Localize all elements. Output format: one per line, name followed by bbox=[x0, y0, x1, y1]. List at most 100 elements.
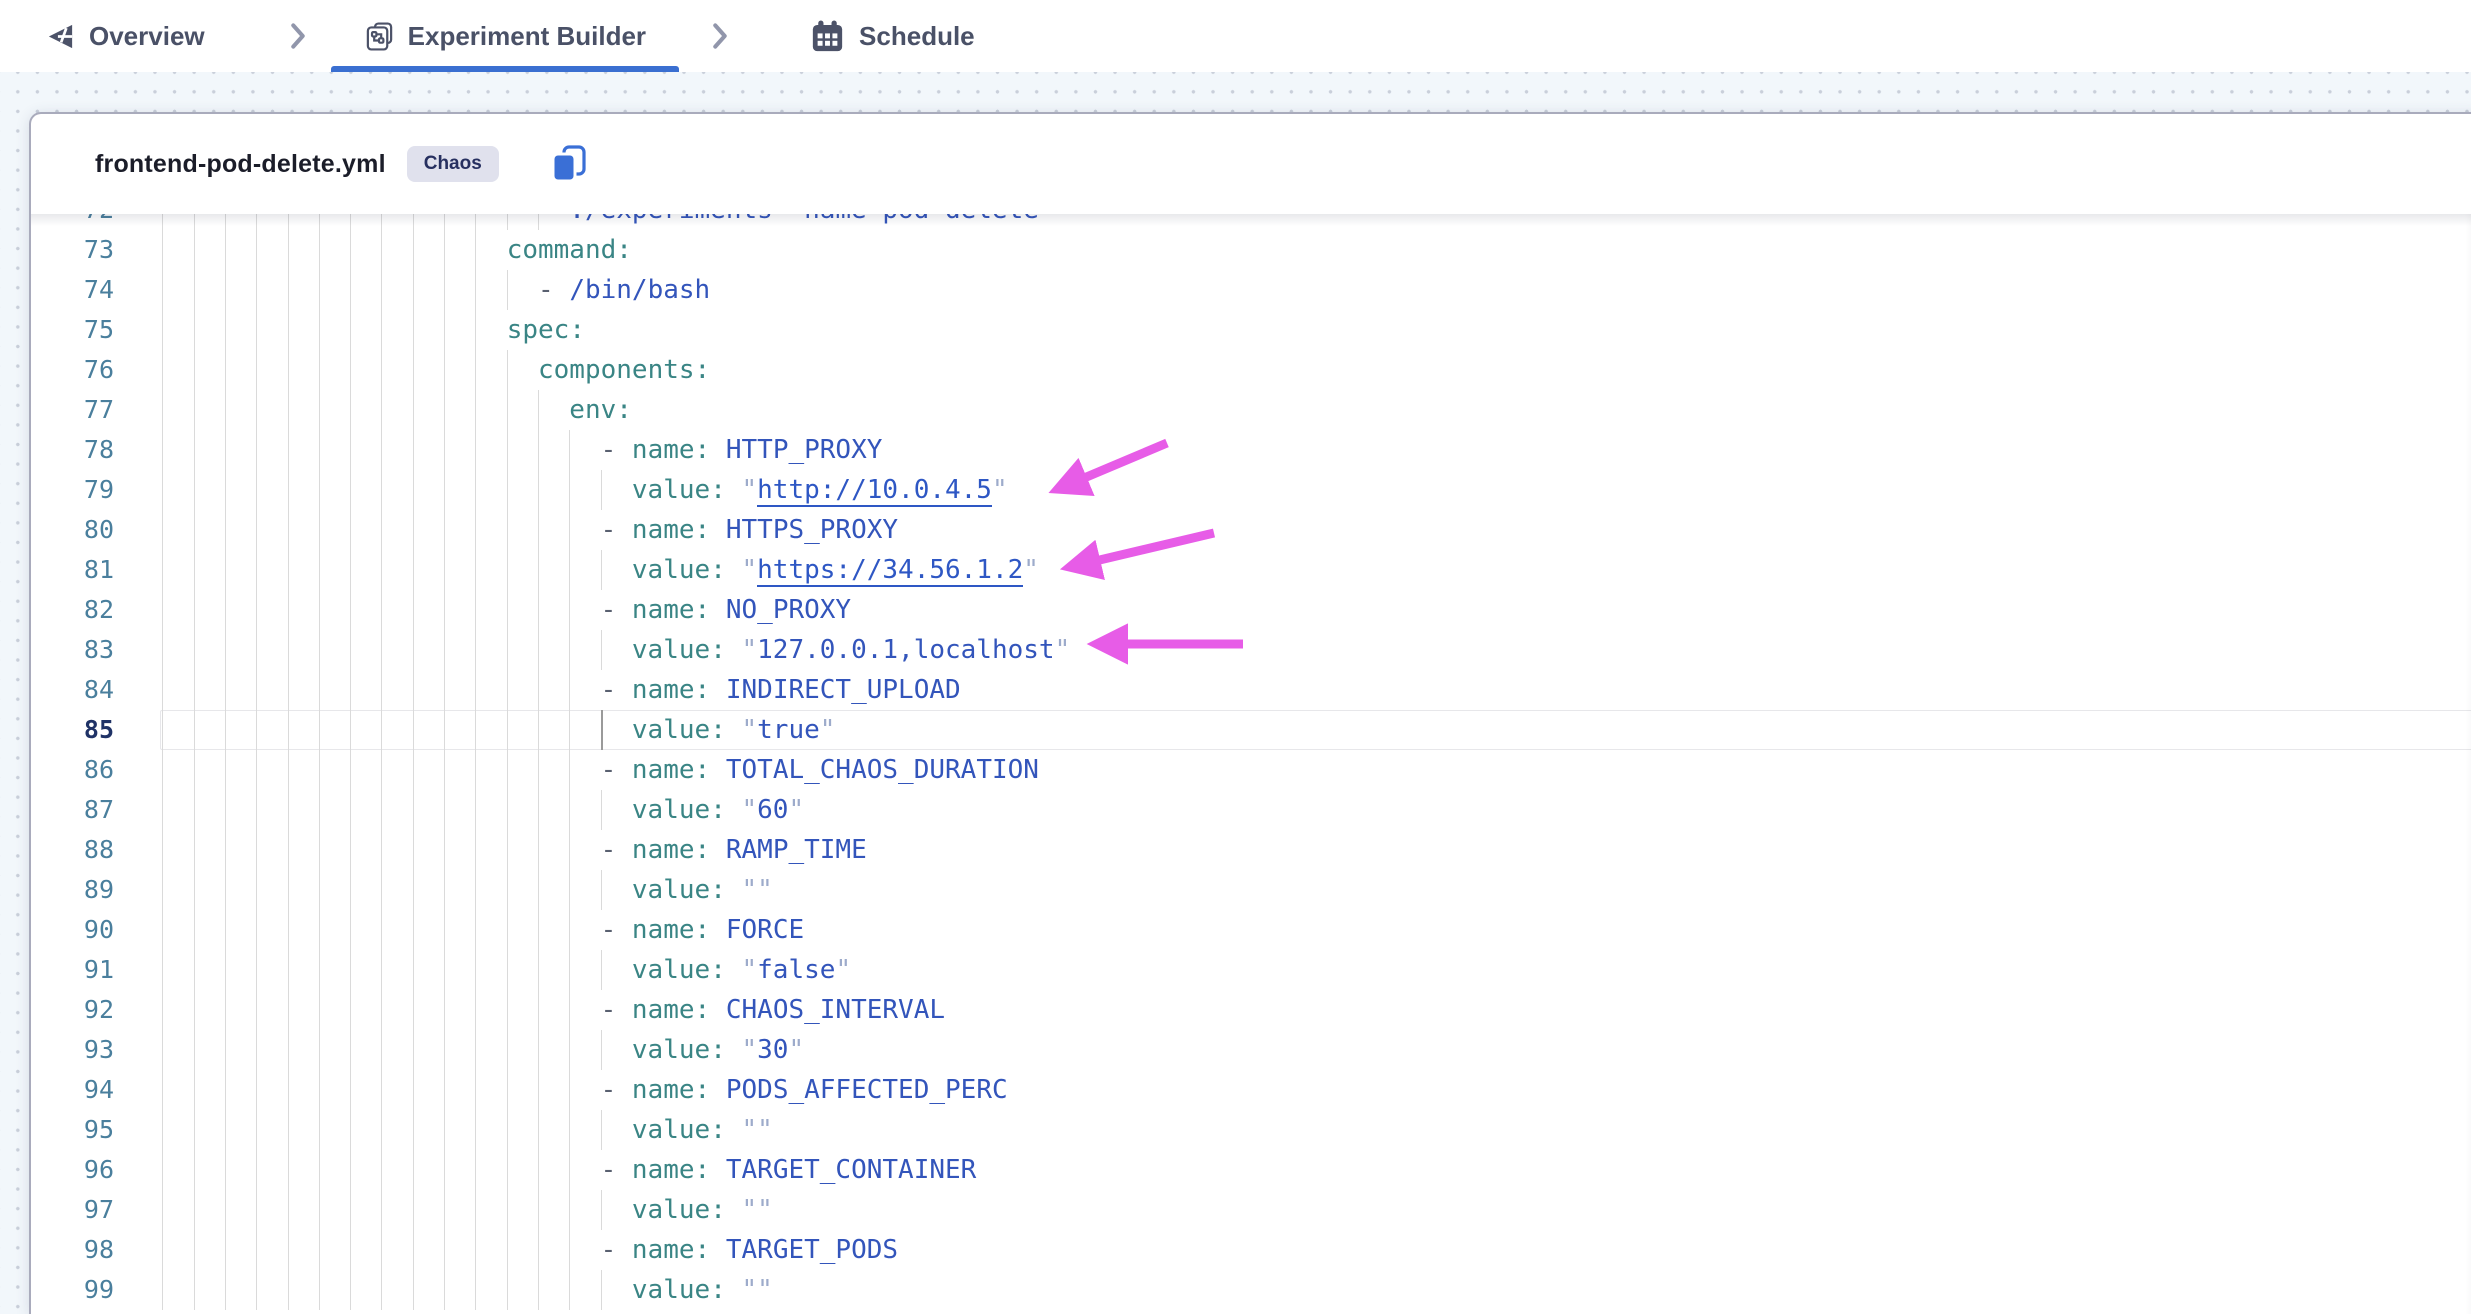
code-line-76: 76 components: bbox=[31, 350, 2471, 390]
token-key: : bbox=[695, 755, 726, 785]
code-text: - name: INDIRECT_UPLOAD bbox=[131, 670, 961, 710]
tab-experiment-builder[interactable]: Experiment Builder bbox=[331, 0, 679, 72]
token-val: RAMP_TIME bbox=[726, 835, 867, 865]
line-number: 99 bbox=[31, 1270, 114, 1310]
token-key: : bbox=[695, 1155, 726, 1185]
code-line-88: 88 - name: RAMP_TIME bbox=[31, 830, 2471, 870]
yaml-card-header: frontend-pod-delete.yml Chaos bbox=[31, 114, 2471, 214]
token-val: INDIRECT_UPLOAD bbox=[726, 675, 961, 705]
line-number: 95 bbox=[31, 1110, 114, 1150]
line-number: 76 bbox=[31, 350, 114, 390]
line-number: 93 bbox=[31, 1030, 114, 1070]
line-number: 79 bbox=[31, 470, 114, 510]
code-line-92: 92 - name: CHAOS_INTERVAL bbox=[31, 990, 2471, 1030]
token-key: value bbox=[632, 1275, 710, 1305]
line-number: 75 bbox=[31, 310, 114, 350]
code-text: value: "https://34.56.1.2" bbox=[131, 550, 1039, 590]
token-q: " bbox=[1023, 555, 1039, 585]
code-line-95: 95 value: "" bbox=[31, 1110, 2471, 1150]
token-key: name bbox=[632, 435, 695, 465]
code-text: command: bbox=[131, 230, 632, 270]
code-line-74: 74 - /bin/bash bbox=[31, 270, 2471, 310]
line-number: 80 bbox=[31, 510, 114, 550]
token-key: : bbox=[710, 955, 741, 985]
tab-schedule[interactable]: Schedule bbox=[809, 0, 975, 72]
code-line-94: 94 - name: PODS_AFFECTED_PERC bbox=[31, 1070, 2471, 1110]
token-q: " bbox=[742, 715, 758, 745]
token-key: : bbox=[710, 1195, 741, 1225]
code-line-85: 85 value: "true" bbox=[31, 710, 2471, 750]
token-key: value bbox=[632, 795, 710, 825]
token-key: : bbox=[695, 835, 726, 865]
token-key: : bbox=[710, 715, 741, 745]
token-val: PODS_AFFECTED_PERC bbox=[726, 1075, 1008, 1105]
token-key: : bbox=[616, 235, 632, 265]
token-key: name bbox=[632, 1235, 695, 1265]
token-q: "" bbox=[742, 1275, 773, 1305]
code-line-84: 84 - name: INDIRECT_UPLOAD bbox=[31, 670, 2471, 710]
token-key: value bbox=[632, 1035, 710, 1065]
token-q: " bbox=[835, 955, 851, 985]
tab-overview[interactable]: Overview bbox=[45, 0, 205, 72]
code-text: - name: RAMP_TIME bbox=[131, 830, 867, 870]
token-val: TARGET_CONTAINER bbox=[726, 1155, 976, 1185]
token-q: "" bbox=[742, 1115, 773, 1145]
code-text: - name: TARGET_CONTAINER bbox=[131, 1150, 976, 1190]
token-q: " bbox=[742, 955, 758, 985]
line-number: 73 bbox=[31, 230, 114, 270]
code-text: - name: NO_PROXY bbox=[131, 590, 851, 630]
token-key: name bbox=[632, 675, 695, 705]
code-text: - name: TOTAL_CHAOS_DURATION bbox=[131, 750, 1039, 790]
code-text: spec: bbox=[131, 310, 585, 350]
token-key: : bbox=[695, 1235, 726, 1265]
token-dash: - bbox=[601, 515, 632, 545]
token-dash: - bbox=[601, 1075, 632, 1105]
token-key: : bbox=[695, 355, 711, 385]
token-q: " bbox=[742, 475, 758, 505]
code-text: - name: HTTP_PROXY bbox=[131, 430, 882, 470]
code-line-77: 77 env: bbox=[31, 390, 2471, 430]
token-key: : bbox=[695, 995, 726, 1025]
token-q: " bbox=[742, 555, 758, 585]
line-number: 82 bbox=[31, 590, 114, 630]
code-text: env: bbox=[131, 390, 632, 430]
code-line-79: 79 value: "http://10.0.4.5" bbox=[31, 470, 2471, 510]
code-text: value: "http://10.0.4.5" bbox=[131, 470, 1008, 510]
token-key: : bbox=[695, 675, 726, 705]
code-text: value: "60" bbox=[131, 790, 804, 830]
line-number: 96 bbox=[31, 1150, 114, 1190]
token-dash: - bbox=[601, 595, 632, 625]
token-key: : bbox=[710, 635, 741, 665]
code-line-97: 97 value: "" bbox=[31, 1190, 2471, 1230]
code-line-98: 98 - name: TARGET_PODS bbox=[31, 1230, 2471, 1270]
code-line-96: 96 - name: TARGET_CONTAINER bbox=[31, 1150, 2471, 1190]
overview-icon bbox=[45, 21, 76, 52]
token-key: value bbox=[632, 555, 710, 585]
line-number: 78 bbox=[31, 430, 114, 470]
schedule-icon bbox=[809, 18, 846, 55]
code-text: - name: HTTPS_PROXY bbox=[131, 510, 898, 550]
code-text: value: "true" bbox=[131, 710, 835, 750]
token-key: : bbox=[710, 795, 741, 825]
token-dash: - bbox=[601, 435, 632, 465]
token-key: value bbox=[632, 635, 710, 665]
url-link[interactable]: http://10.0.4.5 bbox=[757, 475, 992, 507]
token-key: : bbox=[616, 395, 632, 425]
code-line-75: 75 spec: bbox=[31, 310, 2471, 350]
line-number: 87 bbox=[31, 790, 114, 830]
line-number: 83 bbox=[31, 630, 114, 670]
code-line-90: 90 - name: FORCE bbox=[31, 910, 2471, 950]
token-val: 127.0.0.1,localhost bbox=[757, 635, 1054, 665]
url-link[interactable]: https://34.56.1.2 bbox=[757, 555, 1023, 587]
code-text: components: bbox=[131, 350, 710, 390]
line-number: 72 bbox=[31, 214, 114, 230]
token-key: name bbox=[632, 1075, 695, 1105]
copy-button[interactable] bbox=[549, 144, 589, 184]
token-q: "" bbox=[742, 1195, 773, 1225]
file-title: frontend-pod-delete.yml bbox=[95, 150, 386, 179]
token-val: FORCE bbox=[726, 915, 804, 945]
chevron-right-icon bbox=[709, 0, 731, 72]
token-key: : bbox=[710, 1035, 741, 1065]
yaml-editor[interactable]: 72 ./experiments -name pod-delete73 comm… bbox=[31, 214, 2471, 1314]
token-dash: - bbox=[601, 1235, 632, 1265]
